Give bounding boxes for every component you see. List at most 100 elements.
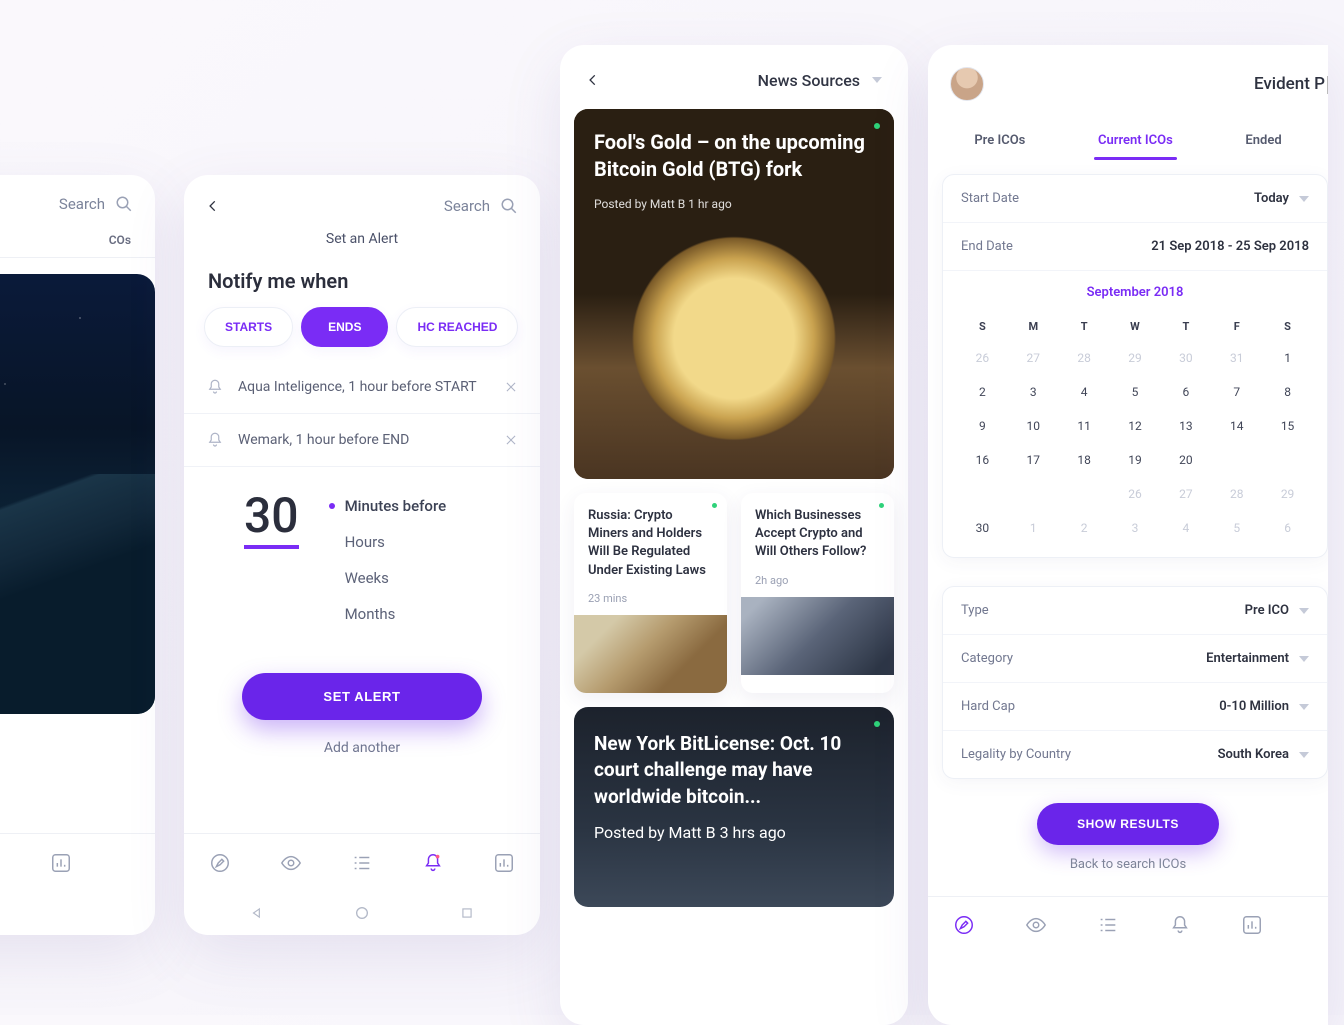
calendar-day[interactable]: 28	[1211, 477, 1262, 511]
featured-ico-card[interactable]: RK g independent notos directly volved.	[0, 274, 155, 714]
calendar-day[interactable]: 3	[1008, 375, 1059, 409]
watch-tab-icon[interactable]	[1025, 914, 1047, 936]
unit-hours[interactable]: Hours	[329, 533, 447, 551]
search-input[interactable]: Evident P	[1254, 74, 1328, 94]
calendar-day[interactable]: 19	[1110, 443, 1161, 477]
list-tab-icon[interactable]	[1097, 914, 1119, 936]
calendar-day[interactable]: 12	[1110, 409, 1161, 443]
calendar-day[interactable]: 27	[1008, 341, 1059, 375]
filter-row[interactable]: Legality by CountrySouth Korea	[943, 731, 1327, 778]
set-alert-button[interactable]: SET ALERT	[242, 673, 482, 720]
calendar-day[interactable]: 22	[1262, 443, 1313, 477]
calendar-day[interactable]: 27	[1160, 477, 1211, 511]
unit-months[interactable]: Months	[329, 605, 447, 623]
watch-tab-icon[interactable]	[280, 852, 302, 874]
calendar-day[interactable]: 3	[1110, 511, 1161, 545]
calendar-day[interactable]: 25	[1059, 477, 1110, 511]
calendar-day[interactable]: 13	[1160, 409, 1211, 443]
back-icon[interactable]	[206, 195, 220, 217]
end-date-row[interactable]: End Date 21 Sep 2018 - 25 Sep 2018	[943, 223, 1327, 271]
calendar-day[interactable]: 14	[1211, 409, 1262, 443]
pill-hc-reached[interactable]: HC REACHED	[396, 307, 518, 347]
explore-tab-icon[interactable]	[209, 852, 231, 874]
filter-row[interactable]: CategoryEntertainment	[943, 635, 1327, 683]
explore-tab-icon[interactable]	[953, 914, 975, 936]
calendar-day[interactable]: 28	[1059, 341, 1110, 375]
tab-ended[interactable]: Ended	[1241, 125, 1285, 160]
stats-tab-icon[interactable]	[493, 852, 515, 874]
filter-label: Hard Cap	[961, 699, 1015, 714]
calendar-day[interactable]: 8	[1262, 375, 1313, 409]
featured-article[interactable]: New York BitLicense: Oct. 10 court chall…	[574, 707, 894, 907]
calendar-day[interactable]: 21	[1211, 443, 1262, 477]
remove-icon[interactable]	[504, 380, 518, 394]
calendar-day[interactable]: 24	[1008, 477, 1059, 511]
calendar-day[interactable]: 26	[1110, 477, 1161, 511]
unit-minutes[interactable]: Minutes before	[329, 497, 447, 515]
search-icon[interactable]	[500, 197, 518, 215]
calendar-day[interactable]: 5	[1211, 511, 1262, 545]
calendar-day[interactable]: 18	[1059, 443, 1110, 477]
calendar-day[interactable]: 4	[1160, 511, 1211, 545]
pill-ends[interactable]: ENDS	[301, 307, 388, 347]
calendar-day[interactable]: 31	[1211, 341, 1262, 375]
back-to-search-link[interactable]: Back to search ICOs	[928, 857, 1328, 872]
back-triangle-icon[interactable]	[250, 906, 264, 920]
article-card[interactable]: Which Businesses Accept Crypto and Will …	[741, 493, 894, 693]
calendar-day[interactable]: 16	[957, 443, 1008, 477]
remove-icon[interactable]	[504, 433, 518, 447]
calendar-day[interactable]: 11	[1059, 409, 1110, 443]
stats-tab-icon[interactable]	[1241, 914, 1263, 936]
calendar-day[interactable]: 1	[1008, 511, 1059, 545]
filter-value: 21 Sep 2018 - 25 Sep 2018	[1151, 239, 1309, 254]
calendar-day[interactable]: 5	[1110, 375, 1161, 409]
tab-partial[interactable]: COs	[109, 233, 131, 247]
calendar-day[interactable]: 30	[957, 511, 1008, 545]
alerts-tab-icon[interactable]	[422, 852, 444, 874]
back-icon[interactable]	[586, 69, 600, 91]
calendar-day[interactable]: 30	[1160, 341, 1211, 375]
article-card[interactable]: Russia: Crypto Miners and Holders Will B…	[574, 493, 727, 693]
calendar-day[interactable]: 29	[1262, 477, 1313, 511]
calendar-dow: T	[1059, 312, 1110, 341]
calendar-day[interactable]: 2	[957, 375, 1008, 409]
filter-row[interactable]: TypePre ICO	[943, 587, 1327, 635]
calendar-day[interactable]: 9	[957, 409, 1008, 443]
calendar-day[interactable]: 20	[1160, 443, 1211, 477]
show-results-button[interactable]: SHOW RESULTS	[1037, 803, 1219, 845]
tab-pre-icos[interactable]: Pre ICOs	[970, 125, 1029, 160]
date-filter-card: Start Date Today End Date 21 Sep 2018 - …	[942, 174, 1328, 558]
calendar-day[interactable]: 4	[1059, 375, 1110, 409]
calendar-day[interactable]: 7	[1211, 375, 1262, 409]
calendar-day[interactable]: 1	[1262, 341, 1313, 375]
calendar-day[interactable]: 26	[957, 341, 1008, 375]
bell-icon	[206, 377, 224, 397]
calendar-day[interactable]: 15	[1262, 409, 1313, 443]
calendar-day[interactable]: 29	[1110, 341, 1161, 375]
avatar[interactable]	[950, 67, 984, 101]
add-another-link[interactable]: Add another	[184, 740, 540, 756]
news-sources-dropdown[interactable]: News Sources	[758, 71, 882, 90]
alerts-tab-icon[interactable]	[1169, 914, 1191, 936]
stats-tab-icon[interactable]	[50, 852, 72, 874]
tab-current-icos[interactable]: Current ICOs	[1094, 125, 1177, 160]
calendar-day[interactable]: 6	[1262, 511, 1313, 545]
unit-weeks[interactable]: Weeks	[329, 569, 447, 587]
search-icon[interactable]	[115, 195, 133, 213]
list-tab-icon[interactable]	[351, 852, 373, 874]
featured-article[interactable]: Fool's Gold – on the upcoming Bitcoin Go…	[574, 109, 894, 479]
pill-starts[interactable]: STARTS	[204, 307, 293, 347]
calendar-day[interactable]: 10	[1008, 409, 1059, 443]
calendar-dow: T	[1160, 312, 1211, 341]
calendar-day[interactable]: 6	[1160, 375, 1211, 409]
start-date-row[interactable]: Start Date Today	[943, 175, 1327, 223]
search-label[interactable]: Search	[59, 195, 105, 213]
home-circle-icon[interactable]	[354, 905, 370, 921]
time-value[interactable]: 30	[244, 491, 299, 549]
search-label[interactable]: Search	[444, 197, 490, 215]
filter-row[interactable]: Hard Cap0-10 Million	[943, 683, 1327, 731]
square-icon[interactable]	[460, 906, 474, 920]
calendar-day[interactable]: 2	[1059, 511, 1110, 545]
calendar-day[interactable]: 23	[957, 477, 1008, 511]
calendar-day[interactable]: 17	[1008, 443, 1059, 477]
